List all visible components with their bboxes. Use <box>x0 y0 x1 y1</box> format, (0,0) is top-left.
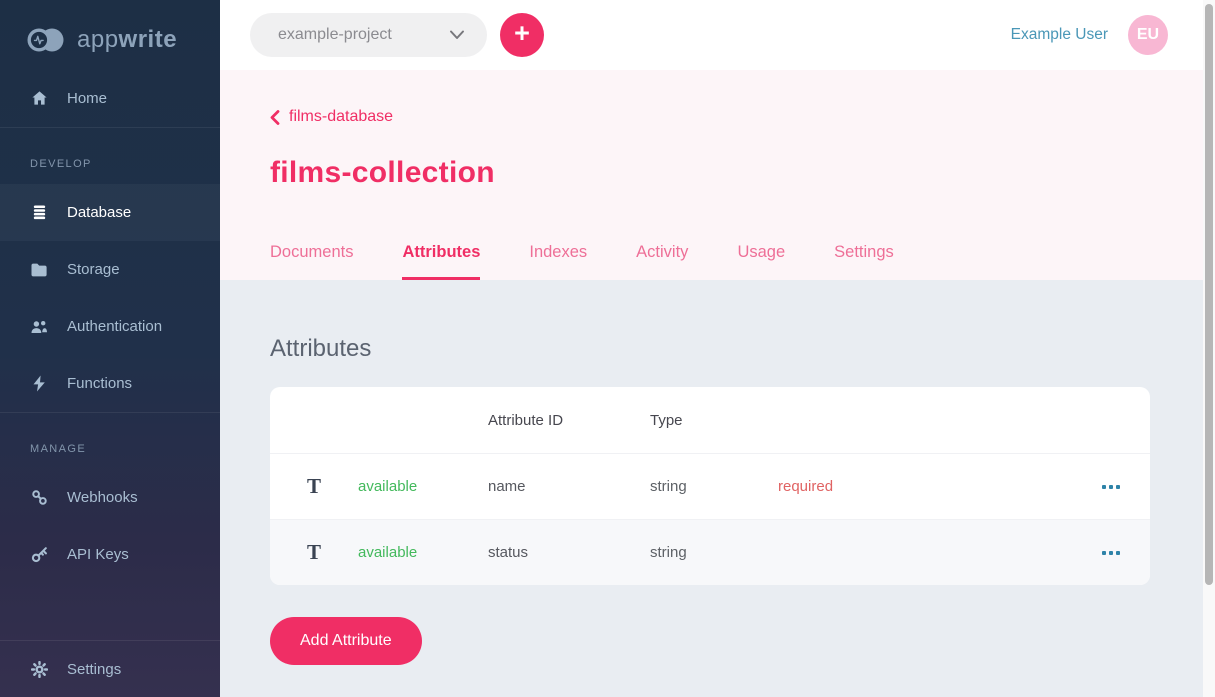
ellipsis-icon <box>1102 485 1106 489</box>
attribute-type-value: string <box>650 478 778 495</box>
page-header: films-database films-collection Document… <box>220 70 1203 280</box>
sidebar-item-label: Webhooks <box>67 489 138 506</box>
status-badge: available <box>358 544 488 561</box>
users-icon <box>30 318 48 336</box>
attribute-type-value: string <box>650 544 778 561</box>
text-attribute-icon: T <box>307 540 321 565</box>
sidebar-item-label: Settings <box>67 661 121 678</box>
project-selector-dropdown[interactable]: example-project <box>250 13 487 57</box>
sidebar-item-label: API Keys <box>67 546 129 563</box>
tab-indexes[interactable]: Indexes <box>529 243 587 280</box>
add-attribute-button[interactable]: Add Attribute <box>270 617 422 665</box>
gear-icon <box>30 660 48 678</box>
plus-icon: + <box>514 18 530 49</box>
column-header-type: Type <box>650 412 778 429</box>
page-scrollbar[interactable] <box>1203 0 1215 697</box>
folder-icon <box>30 261 48 279</box>
table-header-row: Attribute ID Type <box>270 387 1150 453</box>
appwrite-logo-mark <box>26 26 66 54</box>
status-badge: available <box>358 478 488 495</box>
sidebar: appwrite Home DEVELOP Database Storage <box>0 0 220 697</box>
sidebar-item-label: Storage <box>67 261 120 278</box>
tab-bar: Documents Attributes Indexes Activity Us… <box>270 243 894 280</box>
appwrite-logo[interactable]: appwrite <box>0 0 220 58</box>
tab-settings[interactable]: Settings <box>834 243 894 280</box>
required-badge: required <box>778 478 1070 495</box>
attributes-table: Attribute ID Type T available name strin… <box>270 387 1150 585</box>
tab-documents[interactable]: Documents <box>270 243 353 280</box>
attribute-id-value: name <box>488 478 650 495</box>
sidebar-item-home[interactable]: Home <box>0 70 220 127</box>
avatar-initials: EU <box>1137 26 1159 44</box>
scrollbar-thumb[interactable] <box>1205 4 1213 585</box>
appwrite-logo-text: appwrite <box>77 26 177 54</box>
sidebar-item-label: Functions <box>67 375 132 392</box>
avatar[interactable]: EU <box>1128 15 1168 55</box>
create-project-button[interactable]: + <box>500 13 544 57</box>
user-menu-link[interactable]: Example User <box>1011 26 1108 44</box>
lightning-icon <box>30 375 48 393</box>
main-area: example-project + Example User EU films-… <box>220 0 1203 697</box>
row-actions-button[interactable] <box>1098 545 1124 561</box>
sidebar-item-label: Home <box>67 90 107 107</box>
home-icon <box>30 90 48 108</box>
database-icon <box>30 204 48 222</box>
chevron-down-icon <box>449 30 465 40</box>
table-row: T available name string required <box>270 453 1150 519</box>
column-header-attribute-id: Attribute ID <box>488 412 650 429</box>
sidebar-section-manage: MANAGE <box>0 413 220 469</box>
sidebar-item-functions[interactable]: Functions <box>0 355 220 412</box>
key-icon <box>30 546 48 564</box>
sidebar-item-storage[interactable]: Storage <box>0 241 220 298</box>
project-selector-value: example-project <box>278 26 392 44</box>
table-row: T available status string <box>270 519 1150 585</box>
sidebar-item-webhooks[interactable]: Webhooks <box>0 469 220 526</box>
link-icon <box>30 489 48 507</box>
tab-activity[interactable]: Activity <box>636 243 688 280</box>
topbar: example-project + Example User EU <box>220 0 1203 70</box>
attribute-id-value: status <box>488 544 650 561</box>
breadcrumb[interactable]: films-database <box>270 108 393 126</box>
ellipsis-icon <box>1102 551 1106 555</box>
sidebar-item-label: Database <box>67 204 131 221</box>
sidebar-item-label: Authentication <box>67 318 162 335</box>
page-title: films-collection <box>270 156 1203 190</box>
sidebar-item-database[interactable]: Database <box>0 184 220 241</box>
row-actions-button[interactable] <box>1098 479 1124 495</box>
tab-attributes[interactable]: Attributes <box>402 243 480 280</box>
content-area: Attributes Attribute ID Type T available… <box>220 280 1203 697</box>
section-heading: Attributes <box>270 335 1203 363</box>
tab-usage[interactable]: Usage <box>737 243 785 280</box>
sidebar-section-develop: DEVELOP <box>0 128 220 184</box>
text-attribute-icon: T <box>307 474 321 499</box>
sidebar-item-authentication[interactable]: Authentication <box>0 298 220 355</box>
user-area: Example User EU <box>1011 15 1168 55</box>
sidebar-item-api-keys[interactable]: API Keys <box>0 526 220 583</box>
breadcrumb-label: films-database <box>289 108 393 126</box>
chevron-left-icon <box>270 110 280 125</box>
sidebar-item-settings[interactable]: Settings <box>0 640 220 697</box>
